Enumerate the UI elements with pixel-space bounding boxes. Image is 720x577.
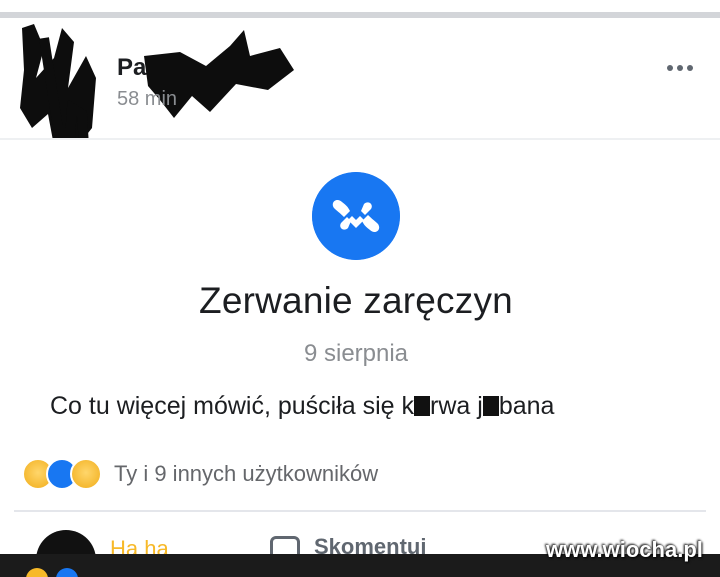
post-text: Co tu więcej mówić, puściła się k rwa j ba…: [50, 392, 555, 420]
event-date: 9 sierpnia: [303, 340, 409, 367]
haha-button[interactable]: Ha ha: [110, 536, 169, 554]
haha-reaction-icon: [26, 568, 48, 577]
haha-reaction-icon: [70, 458, 102, 490]
haha-reaction-icon[interactable]: [36, 530, 96, 554]
top-divider: [0, 0, 720, 20]
censor-scribble-avatar: [20, 24, 96, 149]
like-reaction-icon: [56, 568, 78, 577]
comment-icon[interactable]: [270, 536, 300, 554]
more-horizontal-icon: [667, 65, 673, 71]
actions-divider: [14, 510, 706, 512]
more-options-button[interactable]: [660, 56, 700, 80]
broken-heart-icon: [312, 172, 400, 260]
event-title: Zerwanie zaręczyn: [199, 280, 513, 321]
reactions-summary-text[interactable]: Ty i 9 innych użytkowników: [114, 461, 378, 487]
censor-block: [482, 396, 499, 416]
watermark: www.wiocha.pl: [546, 537, 703, 562]
comment-button[interactable]: Skomentuj: [314, 534, 426, 554]
reactions-summary[interactable]: Ty i 9 innych użytkowników: [22, 456, 378, 492]
censor-block: [414, 396, 431, 416]
post-timestamp[interactable]: 58 min: [117, 88, 177, 111]
